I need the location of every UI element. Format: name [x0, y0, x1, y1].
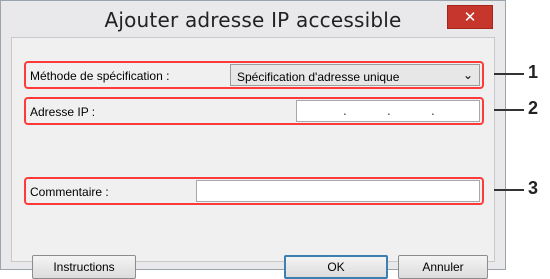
callout-line-2 [494, 109, 524, 111]
comment-label: Commentaire : [30, 185, 109, 199]
cancel-button[interactable]: Annuler [398, 255, 488, 279]
ok-button[interactable]: OK [284, 255, 388, 279]
callout-number-1: 1 [528, 62, 539, 82]
ip-separator: . [387, 104, 391, 118]
instructions-button[interactable]: Instructions [32, 255, 136, 279]
close-button[interactable]: ✕ [447, 5, 493, 29]
callout-number-2: 2 [528, 98, 539, 118]
ip-address-input[interactable]: . . . [296, 100, 480, 122]
method-label: Méthode de spécification : [30, 69, 170, 83]
ip-separator: . [343, 104, 347, 118]
method-selected-value: Spécification d'adresse unique [237, 70, 400, 84]
comment-input[interactable] [196, 180, 480, 202]
ip-label: Adresse IP : [30, 105, 96, 119]
title-bar[interactable]: Ajouter adresse IP accessible ✕ [1, 1, 505, 35]
callout-line-3 [494, 189, 524, 191]
dialog-title: Ajouter adresse IP accessible [104, 8, 402, 32]
callout-number-3: 3 [528, 178, 539, 198]
close-icon: ✕ [463, 8, 477, 26]
dialog-body: Méthode de spécification : Spécification… [11, 37, 495, 279]
callout-line-1 [494, 73, 524, 75]
dialog-window: Ajouter adresse IP accessible ✕ Méthode … [0, 0, 506, 279]
method-select[interactable]: Spécification d'adresse unique ⌄ [230, 64, 480, 86]
ip-separator: . [431, 104, 435, 118]
chevron-down-icon: ⌄ [462, 68, 473, 82]
